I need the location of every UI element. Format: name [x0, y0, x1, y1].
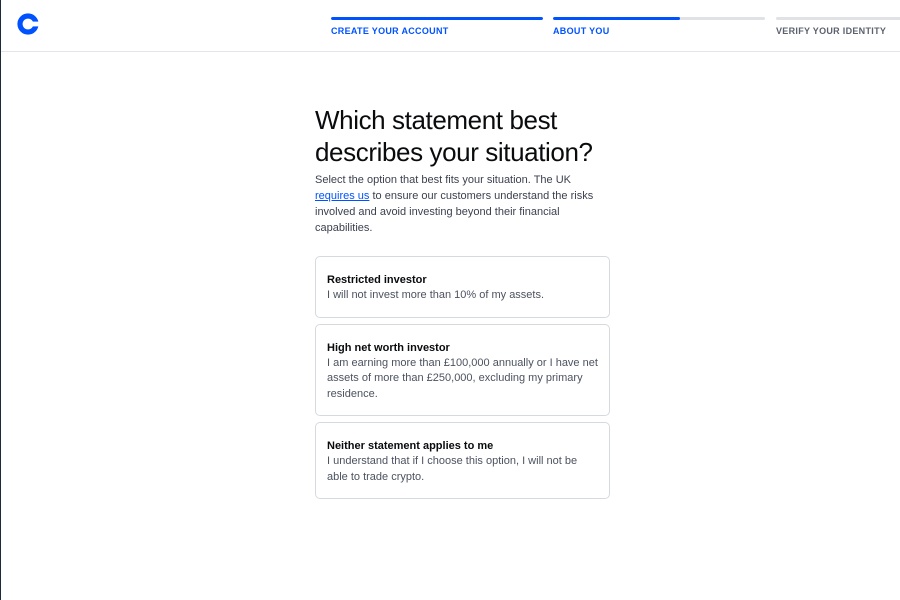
option-list: Restricted investor I will not invest mo… [315, 256, 615, 499]
step-label: CREATE YOUR ACCOUNT [331, 26, 449, 36]
main-content: Which statement best describes your situ… [315, 104, 615, 505]
step-progress-bar [553, 17, 765, 20]
page-description: Select the option that best fits your si… [315, 172, 607, 236]
option-description: I am earning more than £100,000 annually… [327, 356, 598, 400]
step-progress-bar [776, 17, 900, 20]
option-high-net-worth-investor[interactable]: High net worth investor I am earning mor… [315, 323, 610, 416]
step-create-account: CREATE YOUR ACCOUNT [331, 17, 543, 36]
option-title: Restricted investor [327, 274, 427, 286]
step-about-you: ABOUT YOU [553, 17, 765, 36]
option-description: I understand that if I choose this optio… [327, 455, 578, 483]
step-progress-bar [331, 17, 543, 20]
option-neither-applies[interactable]: Neither statement applies to me I unders… [315, 422, 610, 499]
option-description: I will not invest more than 10% of my as… [327, 289, 545, 301]
step-label: ABOUT YOU [553, 26, 610, 36]
step-progress-fill [553, 17, 681, 20]
page-title: Which statement best describes your situ… [315, 105, 593, 167]
requires-us-link[interactable]: requires us [315, 190, 369, 202]
coinbase-logo-icon[interactable] [17, 13, 39, 35]
step-progress-fill [331, 17, 543, 20]
option-restricted-investor[interactable]: Restricted investor I will not invest mo… [315, 256, 610, 318]
page: CREATE YOUR ACCOUNT ABOUT YOU VERIFY YOU… [0, 0, 900, 600]
option-title: High net worth investor [327, 341, 450, 354]
top-header: CREATE YOUR ACCOUNT ABOUT YOU VERIFY YOU… [1, 0, 900, 52]
option-title: Neither statement applies to me [327, 440, 494, 452]
step-verify-identity: VERIFY YOUR IDENTITY [776, 17, 900, 36]
description-text: Select the option that best fits your si… [315, 174, 571, 186]
step-label: VERIFY YOUR IDENTITY [776, 26, 887, 36]
